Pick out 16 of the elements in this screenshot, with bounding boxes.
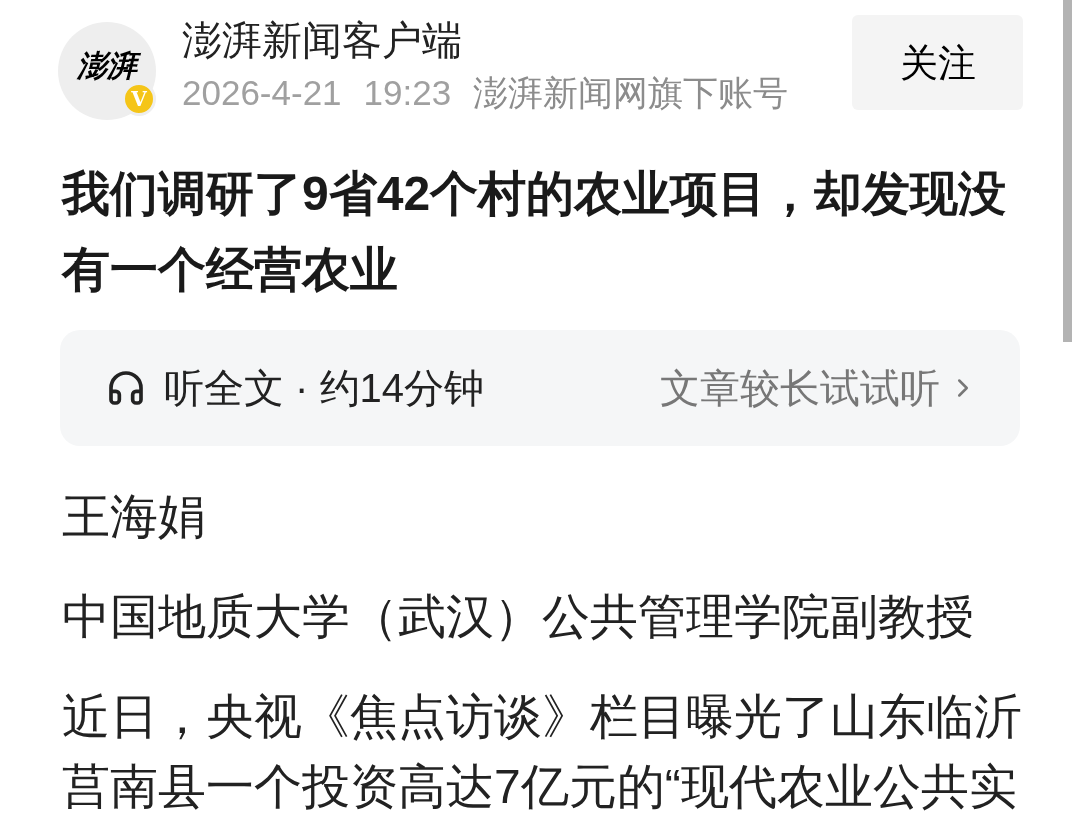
- avatar[interactable]: 澎湃 V: [58, 22, 156, 120]
- account-source: 澎湃新闻网旗下账号: [473, 72, 789, 114]
- headphones-icon: [106, 368, 146, 408]
- follow-button[interactable]: 关注: [852, 15, 1023, 110]
- account-name[interactable]: 澎湃新闻客户端: [182, 16, 789, 64]
- listen-hint[interactable]: 文章较长试试听: [660, 364, 940, 412]
- author-name: 王海娟: [62, 489, 207, 545]
- publish-date: 2026-4-21: [182, 72, 342, 114]
- verified-badge: V: [122, 82, 156, 116]
- listen-label: 听全文 · 约14分钟: [164, 365, 485, 412]
- scrollbar-thumb[interactable]: [1063, 0, 1072, 342]
- article-paragraph: 近日，央视《焦点访谈》栏目曝光了山东临沂莒南县一个投资高达7亿元的“现代农业公共实: [62, 689, 1023, 815]
- author-affiliation: 中国地质大学（武汉）公共管理学院副教授: [62, 589, 975, 645]
- publish-time: 19:23: [363, 72, 452, 114]
- article-title: 我们调研了9省42个村的农业项目，却发现没有一个经营农业: [62, 166, 1008, 298]
- listen-bar[interactable]: 听全文 · 约14分钟 文章较长试试听: [60, 330, 1020, 446]
